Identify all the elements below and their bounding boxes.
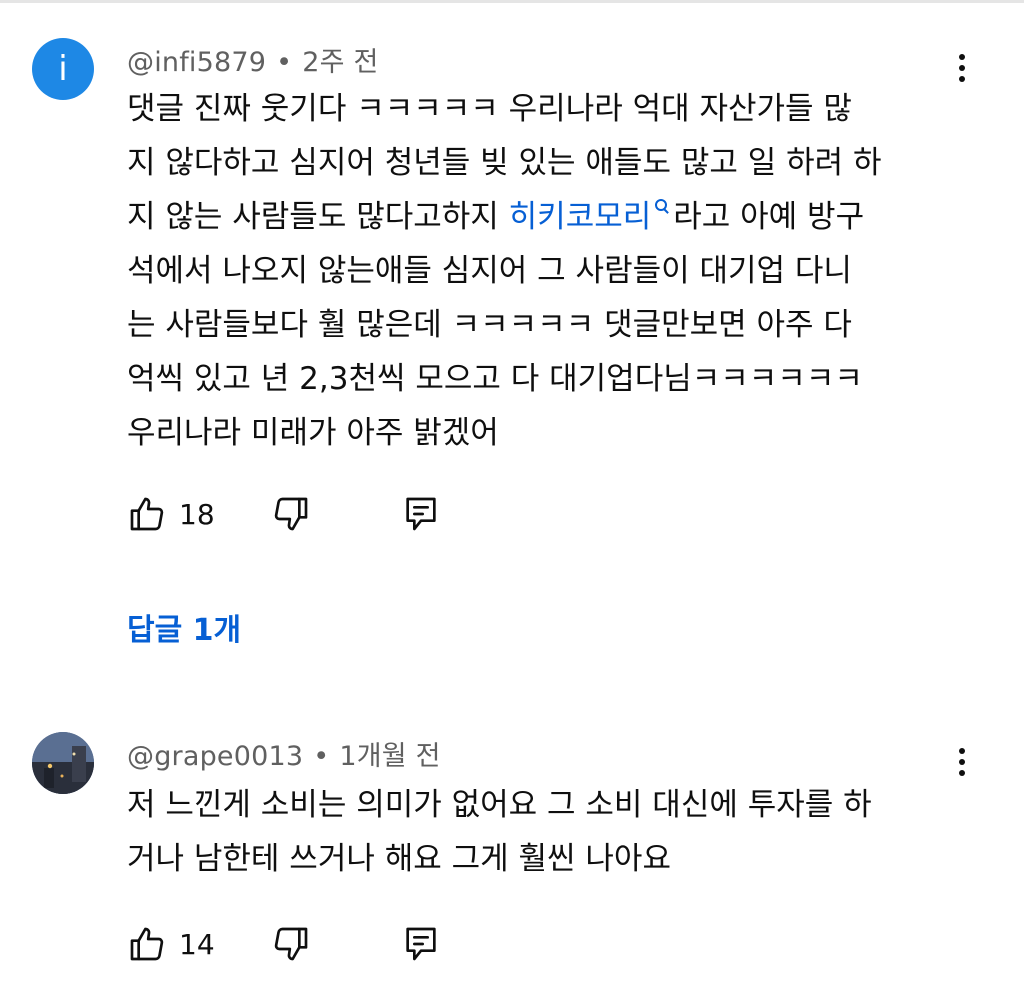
more-vert-dot (959, 76, 965, 82)
reply-icon (406, 927, 436, 961)
comment-text: 저 느낀게 소비는 의미가 없어요 그 소비 대신에 투자를 하 거나 남한테 … (127, 778, 957, 886)
comment-text: 댓글 진짜 웃기다 ㅋㅋㅋㅋㅋ 우리나라 억대 자산가들 많 지 않다하고 심지… (127, 82, 957, 460)
dislike-button[interactable] (271, 492, 311, 536)
search-link-label: 히키코모리 (508, 199, 652, 235)
comment-meta: @infi5879 • 2주 전 (127, 40, 379, 79)
comment-line: 석에서 나오지 않는애들 심지어 그 사람들이 대기업 다니 (127, 253, 852, 289)
dislike-button[interactable] (271, 922, 311, 966)
replies-button[interactable]: 답글 1개 (127, 605, 241, 649)
reply-icon (406, 497, 436, 531)
more-vert-icon (959, 748, 965, 754)
reply-button[interactable] (401, 492, 441, 536)
more-vert-dot (959, 770, 965, 776)
avatar-letter: i (58, 49, 68, 89)
search-icon (655, 199, 668, 211)
meta-separator: • (313, 741, 330, 772)
like-count: 18 (179, 497, 215, 531)
comment-time[interactable]: 2주 전 (302, 47, 378, 78)
like-button[interactable]: 14 (127, 922, 215, 966)
comment-actions: 18 (127, 492, 527, 536)
comment-line-text: 라고 아예 방구 (673, 199, 865, 235)
thumbs-down-icon (274, 497, 308, 531)
avatar[interactable] (32, 732, 94, 794)
comment-time[interactable]: 1개월 전 (339, 741, 440, 772)
comment-line: 지 않는 사람들도 많다고하지 히키코모리 라고 아예 방구 (127, 190, 957, 244)
like-count: 14 (179, 927, 215, 961)
comment-line-text: 지 않는 사람들도 많다고하지 (127, 199, 509, 235)
more-vert-dot (959, 65, 965, 71)
comment-line: 억씩 있고 년 2,3천씩 모으고 다 대기업다님ㅋㅋㅋㅋㅋㅋ (127, 361, 863, 397)
avatar[interactable]: i (32, 38, 94, 100)
more-vert-icon (959, 54, 965, 60)
comment-thread: i @infi5879 • 2주 전 댓글 진짜 웃기다 ㅋㅋㅋㅋㅋ 우리나라 억대… (0, 0, 1024, 690)
comment-actions: 14 (127, 922, 527, 966)
comment-line: 댓글 진짜 웃기다 ㅋㅋㅋㅋㅋ 우리나라 억대 자산가들 많 (127, 91, 852, 127)
comment-line: 거나 남한테 쓰거나 해요 그게 훨씬 나아요 (127, 841, 671, 877)
avatar-photo-icon (32, 732, 94, 794)
comment-author[interactable]: @infi5879 (127, 47, 266, 78)
comment-line: 저 느낀게 소비는 의미가 없어요 그 소비 대신에 투자를 하 (127, 787, 872, 823)
reply-button[interactable] (401, 922, 441, 966)
thumbs-down-icon (274, 927, 308, 961)
comment-line: 는 사람들보다 훨 많은데 ㅋㅋㅋㅋㅋ 댓글만보면 아주 다 (127, 307, 852, 343)
meta-separator: • (276, 47, 293, 78)
comment-meta: @grape0013 • 1개월 전 (127, 734, 441, 773)
thumbs-up-icon (130, 497, 164, 531)
like-button[interactable]: 18 (127, 492, 215, 536)
comment-thread: @grape0013 • 1개월 전 저 느낀게 소비는 의미가 없어요 그 소비 … (0, 700, 1024, 1000)
comment-line: 지 않다하고 심지어 청년들 빚 있는 애들도 많고 일 하려 하 (127, 145, 882, 181)
thumbs-up-icon (130, 927, 164, 961)
search-link[interactable]: 히키코모리 (509, 199, 674, 235)
comment-author[interactable]: @grape0013 (127, 741, 303, 772)
comment-line: 우리나라 미래가 아주 밝겠어 (127, 415, 499, 451)
more-vert-dot (959, 759, 965, 765)
